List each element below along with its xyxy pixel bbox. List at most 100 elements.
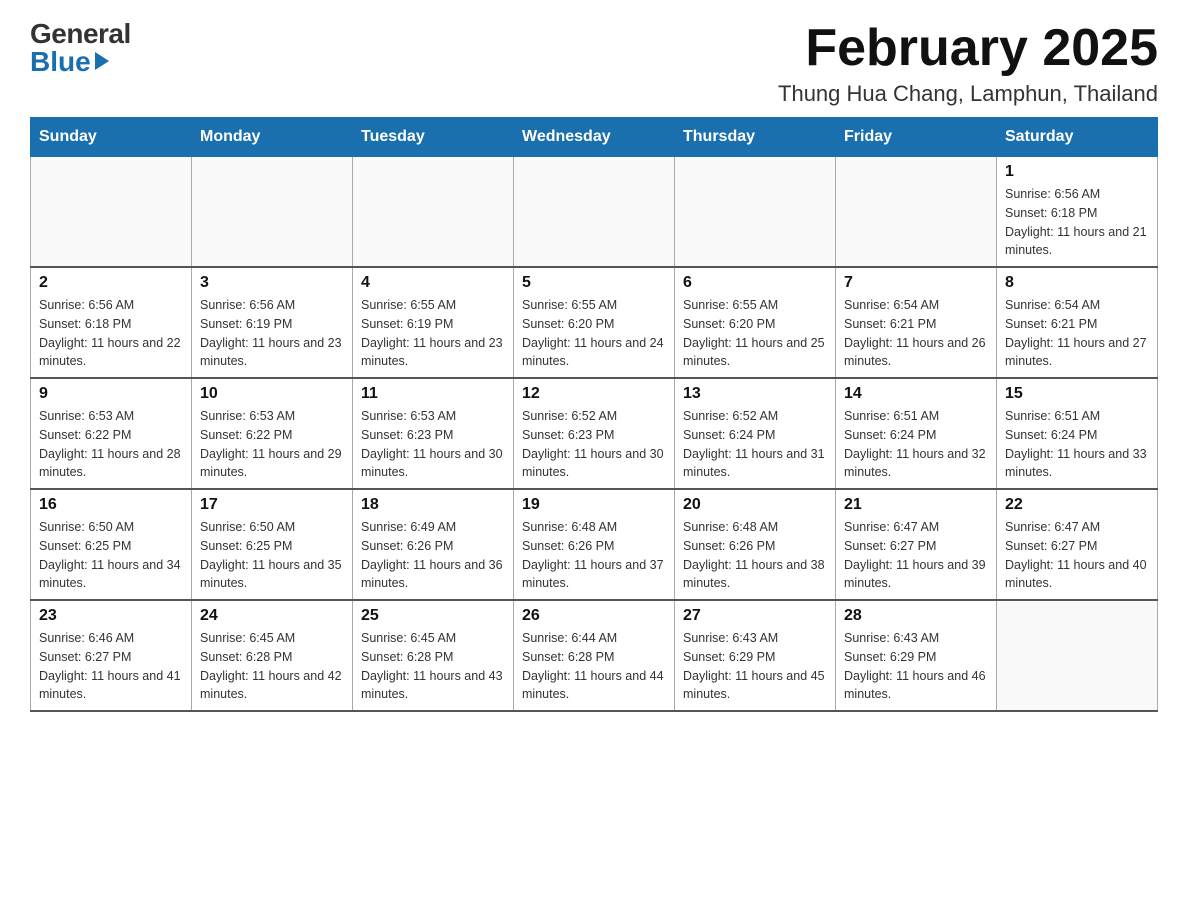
title-block: February 2025 Thung Hua Chang, Lamphun, … — [778, 20, 1158, 107]
calendar-cell: 13 Sunrise: 6:52 AM Sunset: 6:24 PM Dayli… — [675, 378, 836, 489]
calendar-week-row: 23 Sunrise: 6:46 AM Sunset: 6:27 PM Dayli… — [31, 600, 1158, 711]
calendar-table: SundayMondayTuesdayWednesdayThursdayFrid… — [30, 117, 1158, 712]
calendar-cell: 22 Sunrise: 6:47 AM Sunset: 6:27 PM Dayli… — [997, 489, 1158, 600]
day-number: 17 — [200, 496, 344, 514]
calendar-cell: 14 Sunrise: 6:51 AM Sunset: 6:24 PM Dayli… — [836, 378, 997, 489]
calendar-cell: 6 Sunrise: 6:55 AM Sunset: 6:20 PM Daylig… — [675, 267, 836, 378]
calendar-cell: 9 Sunrise: 6:53 AM Sunset: 6:22 PM Daylig… — [31, 378, 192, 489]
day-info: Sunrise: 6:55 AM Sunset: 6:20 PM Dayligh… — [683, 296, 827, 371]
day-info: Sunrise: 6:52 AM Sunset: 6:23 PM Dayligh… — [522, 407, 666, 482]
calendar-day-header: Wednesday — [514, 118, 675, 157]
day-info: Sunrise: 6:53 AM Sunset: 6:22 PM Dayligh… — [39, 407, 183, 482]
calendar-cell: 20 Sunrise: 6:48 AM Sunset: 6:26 PM Dayli… — [675, 489, 836, 600]
calendar-day-header: Monday — [192, 118, 353, 157]
calendar-cell: 18 Sunrise: 6:49 AM Sunset: 6:26 PM Dayli… — [353, 489, 514, 600]
day-number: 5 — [522, 274, 666, 292]
day-info: Sunrise: 6:48 AM Sunset: 6:26 PM Dayligh… — [522, 518, 666, 593]
day-number: 2 — [39, 274, 183, 292]
day-number: 20 — [683, 496, 827, 514]
day-number: 21 — [844, 496, 988, 514]
logo-blue-text: Blue — [30, 48, 109, 76]
calendar-cell: 25 Sunrise: 6:45 AM Sunset: 6:28 PM Dayli… — [353, 600, 514, 711]
calendar-cell: 27 Sunrise: 6:43 AM Sunset: 6:29 PM Dayli… — [675, 600, 836, 711]
day-number: 14 — [844, 385, 988, 403]
calendar-cell: 15 Sunrise: 6:51 AM Sunset: 6:24 PM Dayli… — [997, 378, 1158, 489]
day-info: Sunrise: 6:47 AM Sunset: 6:27 PM Dayligh… — [844, 518, 988, 593]
calendar-day-header: Saturday — [997, 118, 1158, 157]
day-info: Sunrise: 6:51 AM Sunset: 6:24 PM Dayligh… — [844, 407, 988, 482]
calendar-cell: 3 Sunrise: 6:56 AM Sunset: 6:19 PM Daylig… — [192, 267, 353, 378]
calendar-cell: 19 Sunrise: 6:48 AM Sunset: 6:26 PM Dayli… — [514, 489, 675, 600]
day-number: 23 — [39, 607, 183, 625]
day-info: Sunrise: 6:54 AM Sunset: 6:21 PM Dayligh… — [844, 296, 988, 371]
day-info: Sunrise: 6:48 AM Sunset: 6:26 PM Dayligh… — [683, 518, 827, 593]
day-info: Sunrise: 6:45 AM Sunset: 6:28 PM Dayligh… — [200, 629, 344, 704]
calendar-cell — [192, 157, 353, 268]
day-info: Sunrise: 6:47 AM Sunset: 6:27 PM Dayligh… — [1005, 518, 1149, 593]
day-info: Sunrise: 6:53 AM Sunset: 6:23 PM Dayligh… — [361, 407, 505, 482]
calendar-cell — [675, 157, 836, 268]
day-number: 11 — [361, 385, 505, 403]
day-info: Sunrise: 6:56 AM Sunset: 6:19 PM Dayligh… — [200, 296, 344, 371]
calendar-day-header: Sunday — [31, 118, 192, 157]
calendar-day-header: Friday — [836, 118, 997, 157]
day-info: Sunrise: 6:56 AM Sunset: 6:18 PM Dayligh… — [39, 296, 183, 371]
day-number: 13 — [683, 385, 827, 403]
calendar-cell: 21 Sunrise: 6:47 AM Sunset: 6:27 PM Dayli… — [836, 489, 997, 600]
day-number: 12 — [522, 385, 666, 403]
day-number: 9 — [39, 385, 183, 403]
day-number: 18 — [361, 496, 505, 514]
calendar-cell — [31, 157, 192, 268]
calendar-cell: 12 Sunrise: 6:52 AM Sunset: 6:23 PM Dayli… — [514, 378, 675, 489]
day-number: 24 — [200, 607, 344, 625]
day-number: 4 — [361, 274, 505, 292]
calendar-cell: 28 Sunrise: 6:43 AM Sunset: 6:29 PM Dayli… — [836, 600, 997, 711]
calendar-cell: 24 Sunrise: 6:45 AM Sunset: 6:28 PM Dayli… — [192, 600, 353, 711]
day-number: 27 — [683, 607, 827, 625]
day-number: 22 — [1005, 496, 1149, 514]
day-info: Sunrise: 6:45 AM Sunset: 6:28 PM Dayligh… — [361, 629, 505, 704]
day-number: 6 — [683, 274, 827, 292]
day-number: 28 — [844, 607, 988, 625]
day-number: 16 — [39, 496, 183, 514]
calendar-cell — [997, 600, 1158, 711]
calendar-week-row: 16 Sunrise: 6:50 AM Sunset: 6:25 PM Dayli… — [31, 489, 1158, 600]
day-info: Sunrise: 6:46 AM Sunset: 6:27 PM Dayligh… — [39, 629, 183, 704]
day-info: Sunrise: 6:43 AM Sunset: 6:29 PM Dayligh… — [683, 629, 827, 704]
calendar-cell — [514, 157, 675, 268]
day-number: 1 — [1005, 163, 1149, 181]
calendar-cell: 7 Sunrise: 6:54 AM Sunset: 6:21 PM Daylig… — [836, 267, 997, 378]
day-info: Sunrise: 6:49 AM Sunset: 6:26 PM Dayligh… — [361, 518, 505, 593]
day-info: Sunrise: 6:55 AM Sunset: 6:20 PM Dayligh… — [522, 296, 666, 371]
day-info: Sunrise: 6:52 AM Sunset: 6:24 PM Dayligh… — [683, 407, 827, 482]
logo: General Blue — [30, 20, 131, 76]
calendar-cell: 4 Sunrise: 6:55 AM Sunset: 6:19 PM Daylig… — [353, 267, 514, 378]
day-number: 8 — [1005, 274, 1149, 292]
calendar-week-row: 1Sunrise: 6:56 AM Sunset: 6:18 PM Daylig… — [31, 157, 1158, 268]
location-title: Thung Hua Chang, Lamphun, Thailand — [778, 81, 1158, 107]
calendar-cell: 11 Sunrise: 6:53 AM Sunset: 6:23 PM Dayli… — [353, 378, 514, 489]
calendar-day-header: Thursday — [675, 118, 836, 157]
day-number: 25 — [361, 607, 505, 625]
calendar-week-row: 9 Sunrise: 6:53 AM Sunset: 6:22 PM Daylig… — [31, 378, 1158, 489]
day-info: Sunrise: 6:55 AM Sunset: 6:19 PM Dayligh… — [361, 296, 505, 371]
day-number: 19 — [522, 496, 666, 514]
calendar-cell: 26 Sunrise: 6:44 AM Sunset: 6:28 PM Dayli… — [514, 600, 675, 711]
day-info: Sunrise: 6:43 AM Sunset: 6:29 PM Dayligh… — [844, 629, 988, 704]
calendar-day-header: Tuesday — [353, 118, 514, 157]
day-number: 3 — [200, 274, 344, 292]
page-header: General Blue February 2025 Thung Hua Cha… — [30, 20, 1158, 107]
calendar-cell: 8 Sunrise: 6:54 AM Sunset: 6:21 PM Daylig… — [997, 267, 1158, 378]
calendar-header-row: SundayMondayTuesdayWednesdayThursdayFrid… — [31, 118, 1158, 157]
day-number: 15 — [1005, 385, 1149, 403]
day-info: Sunrise: 6:51 AM Sunset: 6:24 PM Dayligh… — [1005, 407, 1149, 482]
calendar-cell: 10Sunrise: 6:53 AM Sunset: 6:22 PM Dayli… — [192, 378, 353, 489]
day-number: 26 — [522, 607, 666, 625]
day-info: Sunrise: 6:54 AM Sunset: 6:21 PM Dayligh… — [1005, 296, 1149, 371]
calendar-cell: 1Sunrise: 6:56 AM Sunset: 6:18 PM Daylig… — [997, 157, 1158, 268]
day-info: Sunrise: 6:50 AM Sunset: 6:25 PM Dayligh… — [200, 518, 344, 593]
calendar-week-row: 2 Sunrise: 6:56 AM Sunset: 6:18 PM Daylig… — [31, 267, 1158, 378]
day-number: 7 — [844, 274, 988, 292]
day-info: Sunrise: 6:44 AM Sunset: 6:28 PM Dayligh… — [522, 629, 666, 704]
logo-general-text: General — [30, 20, 131, 48]
